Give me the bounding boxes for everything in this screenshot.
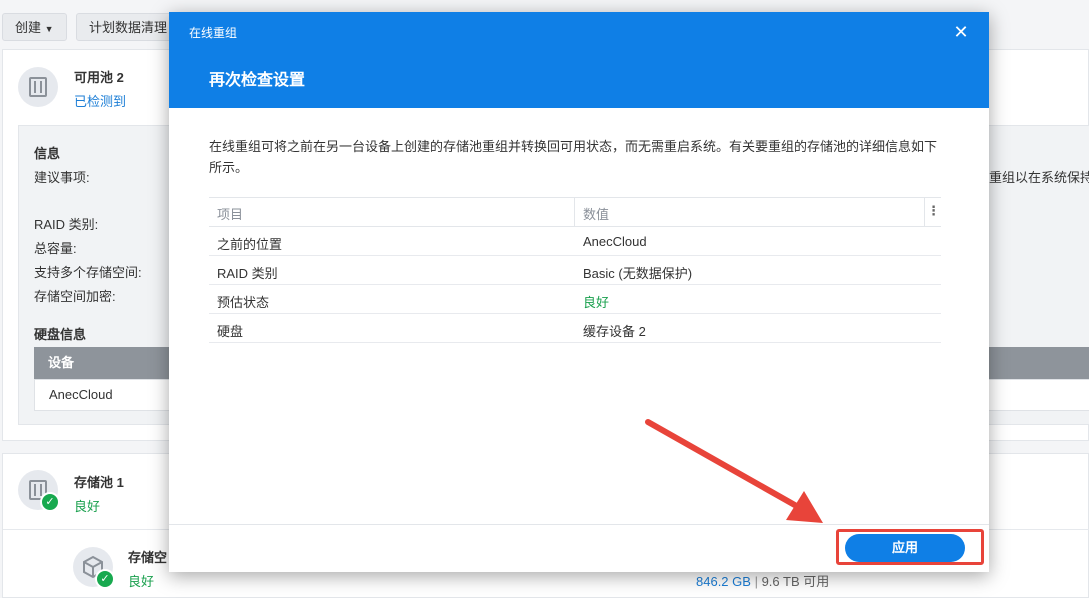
create-label: 创建 [15,20,42,35]
column-menu-icon[interactable]: ⋮ [927,203,940,219]
raid-label: RAID 类别: [34,217,99,232]
dialog-app-title: 在线重组 [189,26,238,40]
row-item: 之前的位置 [217,237,283,252]
volume-used: 846.2 GB [696,574,751,589]
pool2-name: 可用池 2 [74,70,124,85]
summary-table: 项目 数值 ⋮ 之前的位置 AnecCloud RAID 类别 Basic (无… [209,197,941,343]
row-value: Basic (无数据保护) [583,266,693,281]
volume-total: 9.6 TB 可用 [761,574,830,589]
check-icon: ✓ [95,569,115,589]
recommendation-label: 建议事项: [34,170,90,185]
dialog-description: 在线重组可将之前在另一台设备上创建的存储池重组并转换回可用状态，而无需重启系统。… [209,139,938,175]
multi-volume-label: 支持多个存储空间: [34,265,142,280]
close-icon[interactable]: ✕ [951,22,971,42]
row-item: RAID 类别 [217,266,278,281]
dialog-title: 再次检查设置 [209,72,306,89]
schedule-scrub-button[interactable]: 计划数据清理 [76,13,176,41]
pool1-status: 良好 [74,499,101,514]
volume-status: 良好 [128,574,155,589]
col-item-header[interactable]: 项目 [217,204,243,223]
row-item: 硬盘 [217,324,244,339]
pool-drive-icon [18,67,58,107]
check-icon: ✓ [40,492,60,512]
volume-usage-separator: | [754,574,758,589]
row-item: 预估状态 [217,295,270,310]
schedule-label: 计划数据清理 [89,20,168,35]
online-assemble-dialog: 在线重组 ✕ 再次检查设置 在线重组可将之前在另一台设备上创建的存储池重组并转换… [169,12,989,572]
table-row[interactable]: 之前的位置 AnecCloud [209,227,941,256]
volume-name: 存储空 [128,550,168,565]
annotation-highlight-box [836,529,984,565]
create-dropdown-button[interactable]: 创建 ▼ [2,13,67,41]
encryption-label: 存储空间加密: [34,289,116,304]
dialog-header: 在线重组 ✕ 再次检查设置 [169,12,989,108]
volume-usage: 846.2 GB | 9.6 TB 可用 [696,571,829,590]
table-row[interactable]: 硬盘 缓存设备 2 [209,314,941,343]
summary-table-header: 项目 数值 ⋮ [209,197,941,227]
table-row[interactable]: 预估状态 良好 [209,285,941,314]
row-value: 缓存设备 2 [583,324,646,339]
disk-col-device: 设备 [48,355,75,370]
row-value: AnecCloud [583,234,647,249]
recommendation-text: 重组以在系统保持 [989,170,1089,185]
pool2-status: 已检测到 [74,94,127,109]
pool1-name: 存储池 1 [74,475,124,490]
row-value-status-good: 良好 [583,295,610,310]
info-heading: 信息 [34,146,61,161]
capacity-label: 总容量: [34,241,77,256]
col-value-header[interactable]: 数值 [583,204,609,223]
table-row[interactable]: RAID 类别 Basic (无数据保护) [209,256,941,285]
dialog-footer-divider [169,524,989,525]
chevron-down-icon: ▼ [44,24,54,34]
disk-info-heading: 硬盘信息 [34,327,87,342]
disk-row-device: AnecCloud [49,387,113,402]
